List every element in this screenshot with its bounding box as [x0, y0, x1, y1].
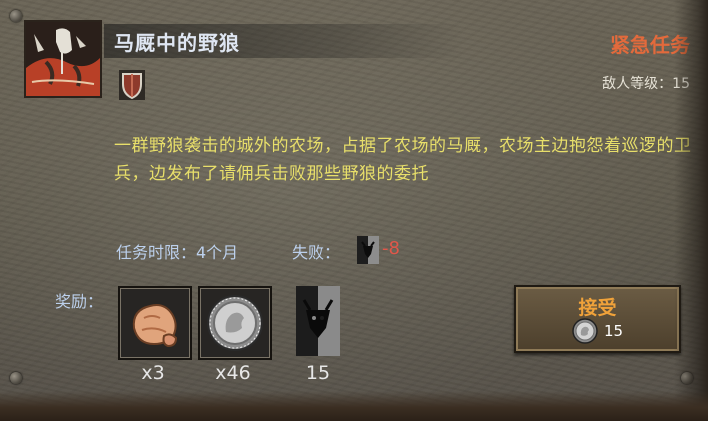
- rewards-label: 奖励：: [55, 292, 104, 311]
- quest-panel: 马厩中的野狼 紧急任务 敌人等级：15 一群野狼袭击的城外的农场，占据了农场的马…: [0, 0, 708, 421]
- reward-slot-reputation[interactable]: [296, 286, 340, 356]
- reward-quantity: x46: [215, 362, 251, 384]
- enemy-level: 敌人等级：15: [602, 73, 690, 93]
- fail-penalty-value: -8: [382, 238, 400, 259]
- quest-portrait: [24, 20, 102, 98]
- reputation-banner-icon: [357, 236, 379, 264]
- mission-title: 马厩中的野狼: [114, 31, 240, 55]
- mission-description: 一群野狼袭击的城外的农场，占据了农场的马厩，农场主边抱怨着巡逻的卫兵，边发布了请…: [114, 136, 692, 184]
- reward-quantity: 15: [305, 362, 331, 384]
- ore-icon: [132, 304, 178, 348]
- rivet: [10, 10, 22, 22]
- enemy-level-value: 15: [672, 76, 690, 92]
- silver-coin-icon: [572, 318, 598, 348]
- enemy-level-label: 敌人等级：: [602, 76, 673, 92]
- shield-icon: [119, 70, 145, 104]
- fail-label: 失败：: [292, 243, 341, 262]
- panel-edge: [0, 391, 708, 421]
- accept-button-label: 接受: [578, 297, 617, 319]
- accept-cost: 15: [604, 322, 624, 340]
- reward-slot-silver[interactable]: [198, 286, 272, 360]
- reputation-banner-icon: [296, 286, 340, 356]
- reward-slot-ore[interactable]: [118, 286, 192, 360]
- mission-duration: 任务时限：4个月: [116, 243, 239, 262]
- silver-coin-icon: [207, 295, 263, 351]
- accept-button[interactable]: 接受 15: [514, 285, 681, 353]
- rivet: [10, 372, 22, 384]
- mission-type-badge: 紧急任务: [610, 33, 690, 57]
- panel-edge: [674, 0, 708, 421]
- rivet: [681, 372, 693, 384]
- reward-quantity: x3: [141, 362, 165, 384]
